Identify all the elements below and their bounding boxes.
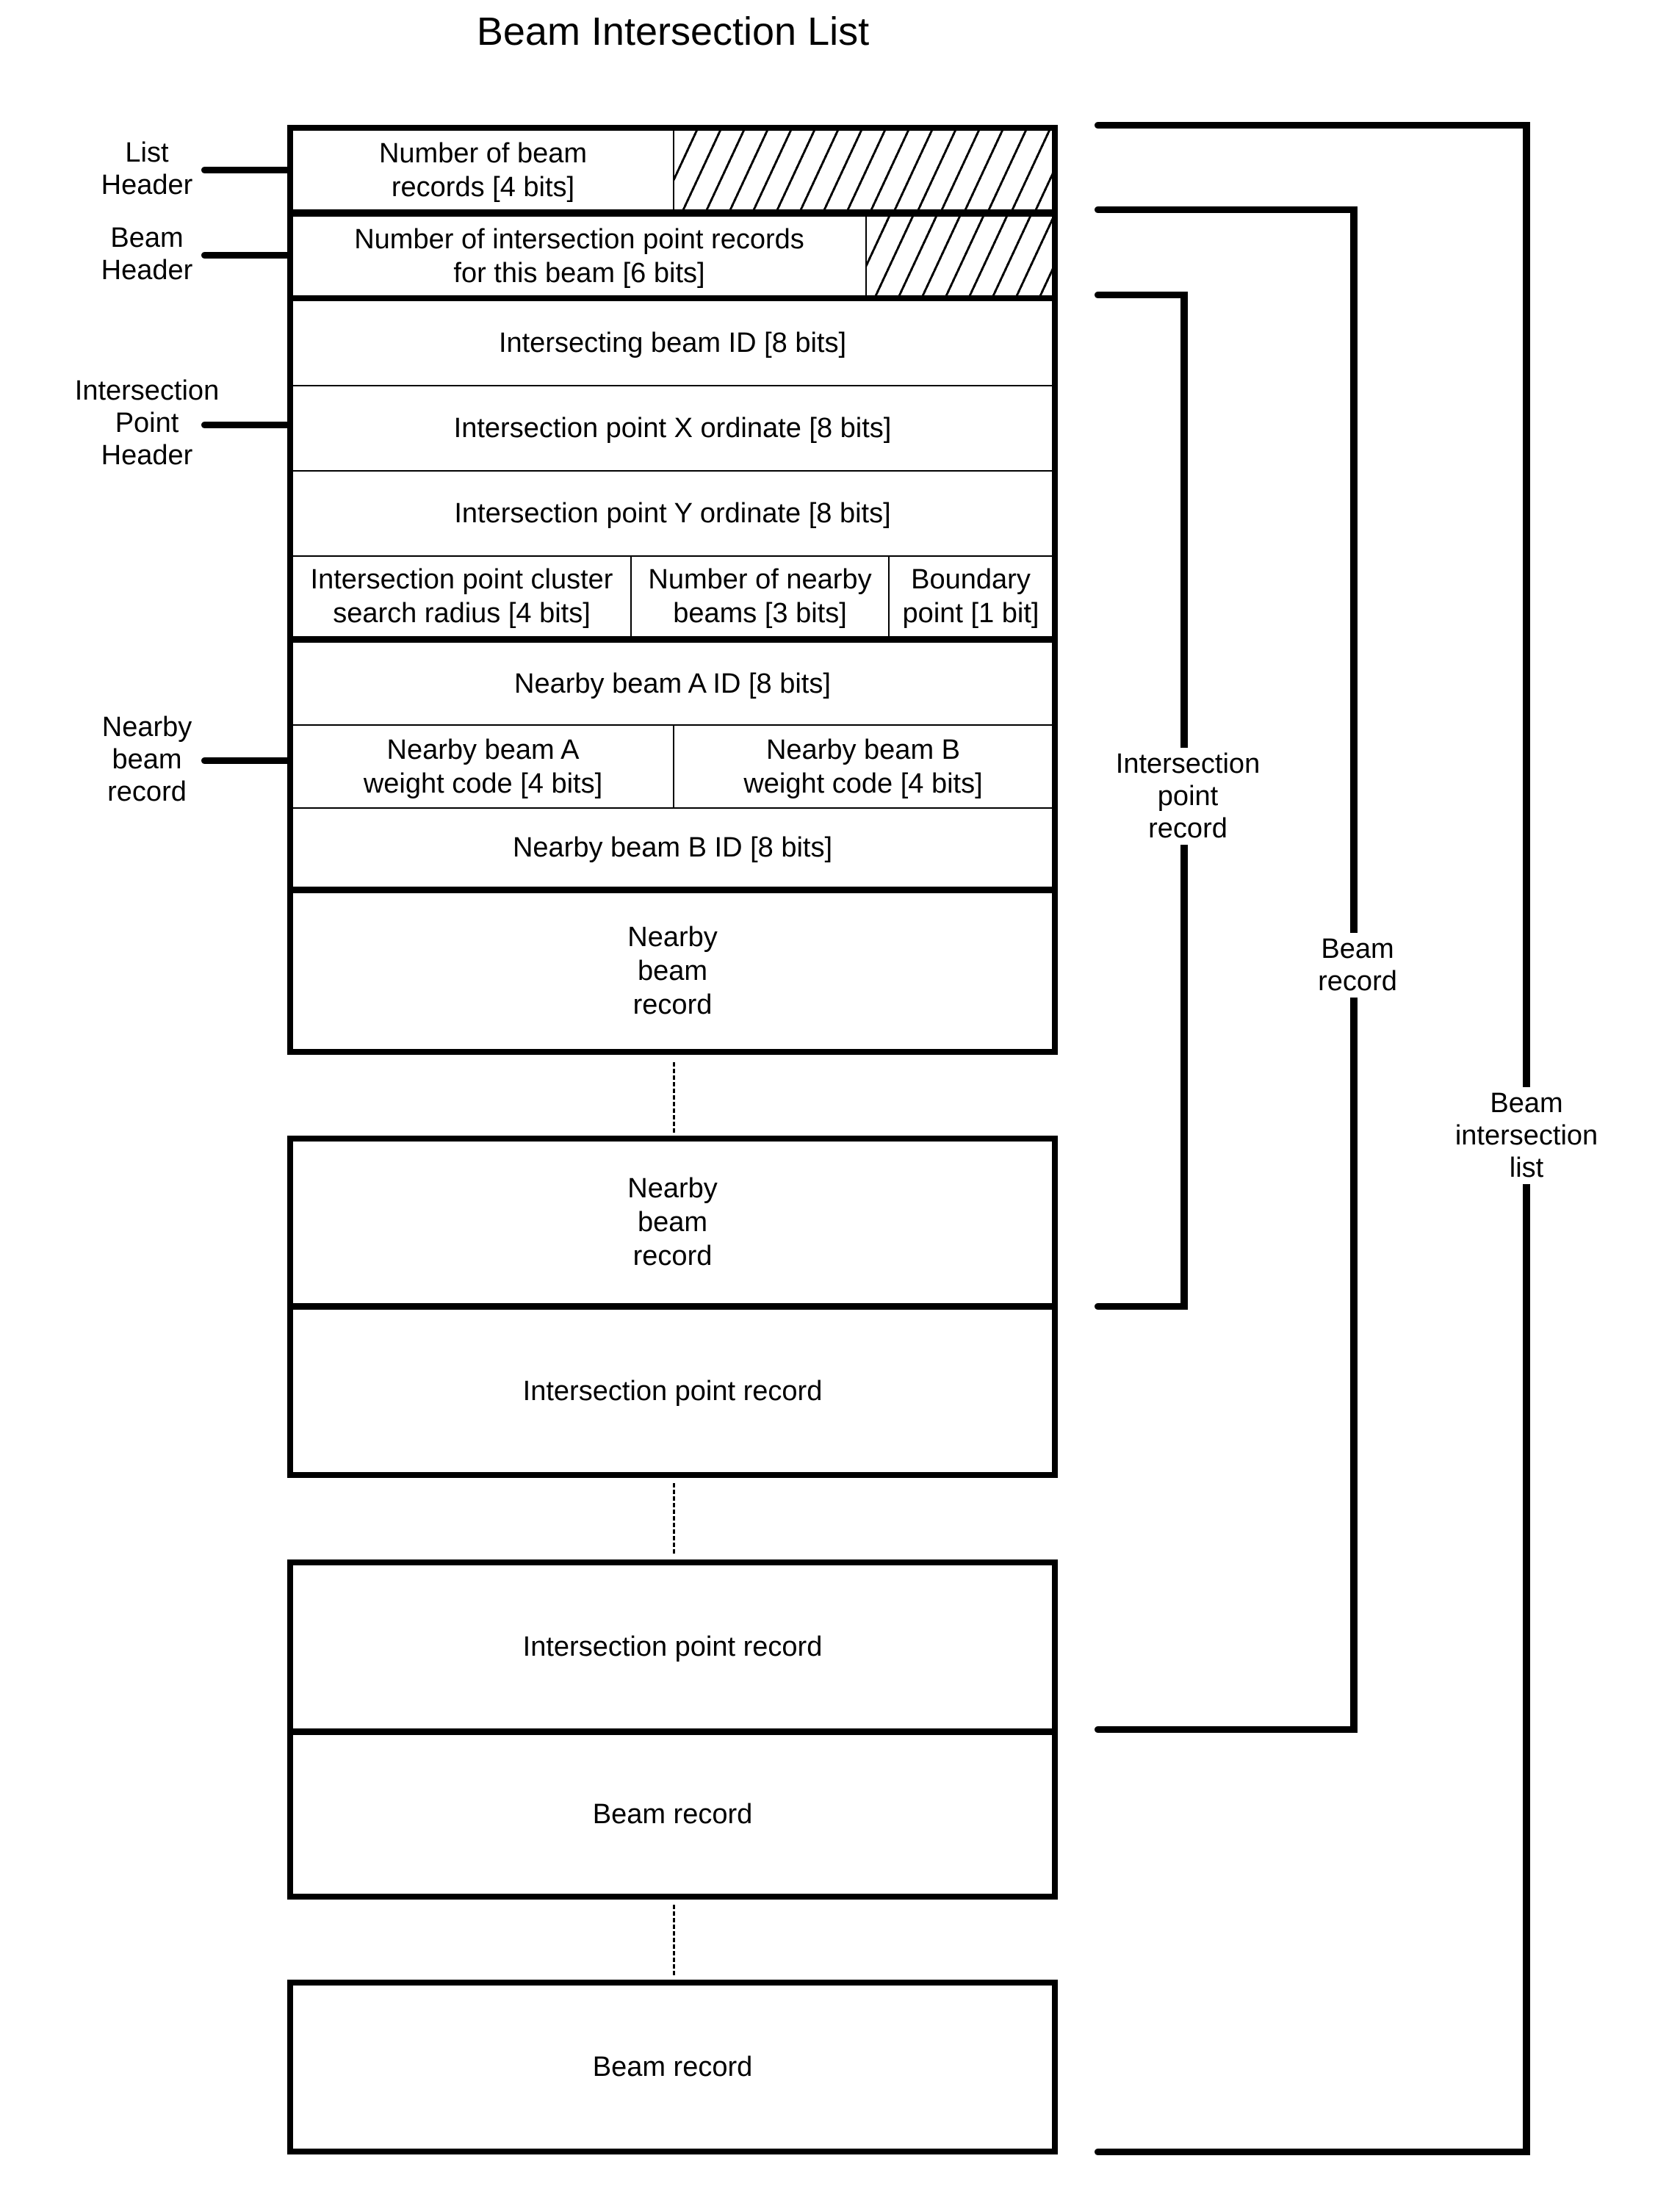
divider-thick: [293, 295, 1052, 301]
beam-record-2: Beam record: [592, 2052, 753, 2082]
divider-thick: [293, 209, 1052, 217]
reserved-hatch-beam-header: [865, 217, 1052, 295]
field-cluster-search-radius: Intersection point cluster search radius…: [310, 564, 613, 629]
field-boundary-point: Boundary point [1 bit]: [902, 564, 1039, 629]
field-number-of-beam-records: Number of beam records [4 bits]: [378, 137, 587, 203]
field-nearby-beam-b-id: Nearby beam B ID [8 bits]: [512, 832, 833, 863]
intersection-point-record-1: Intersection point record: [522, 1375, 823, 1407]
beam-header-connector: [201, 252, 287, 259]
field-intersection-point-y: Intersection point Y ordinate [8 bits]: [454, 498, 891, 529]
nearby-beam-record-connector: [201, 757, 287, 764]
field-intersecting-beam-id: Intersecting beam ID [8 bits]: [498, 328, 847, 358]
record-block-main: Number of beam records [4 bits] Number o…: [287, 125, 1058, 1055]
field-intersection-point-x: Intersection point X ordinate [8 bits]: [453, 413, 892, 444]
field-nearby-beam-a-id: Nearby beam A ID [8 bits]: [514, 668, 831, 699]
field-nearby-beam-b-weight: Nearby beam B weight code [4 bits]: [743, 734, 983, 799]
label-beam-record: Beam record: [1288, 933, 1427, 998]
bracket-list-bottom: [1095, 2149, 1530, 2155]
divider-thick: [293, 636, 1052, 643]
divider-thick: [293, 1728, 1052, 1735]
divider-thick: [293, 1303, 1052, 1310]
list-header-connector: [201, 167, 287, 173]
reserved-hatch-list-header: [673, 131, 1052, 209]
continuation-dots: [673, 1905, 675, 1975]
beam-record-1: Beam record: [592, 1799, 753, 1830]
record-block-2: Nearby beam record Intersection point re…: [287, 1136, 1058, 1478]
record-block-3: Intersection point record Beam record: [287, 1559, 1058, 1900]
bracket-ipr-top: [1095, 292, 1187, 298]
record-block-4: Beam record: [287, 1980, 1058, 2154]
bracket-beam-record-top: [1095, 206, 1358, 213]
divider-thick: [293, 887, 1052, 893]
continuation-dots: [673, 1483, 675, 1554]
label-intersection-point-record: Intersection point record: [1089, 748, 1287, 845]
intersection-point-header-connector: [201, 422, 287, 428]
bracket-list-top: [1095, 122, 1530, 129]
label-beam-intersection-list: Beam intersection list: [1435, 1087, 1618, 1184]
continuation-dots: [673, 1062, 675, 1133]
bracket-beam-record-bottom: [1095, 1726, 1358, 1733]
nearby-beam-record-2: Nearby beam record: [627, 1173, 718, 1272]
diagram-title: Beam Intersection List: [476, 10, 870, 54]
bracket-ipr-bottom: [1095, 1303, 1187, 1310]
field-number-of-intersection-point-records: Number of intersection point records for…: [354, 223, 804, 289]
nearby-beam-record-1: Nearby beam record: [627, 922, 718, 1020]
intersection-point-record-2: Intersection point record: [522, 1631, 823, 1662]
field-nearby-beam-a-weight: Nearby beam A weight code [4 bits]: [363, 734, 603, 799]
field-number-of-nearby-beams: Number of nearby beams [3 bits]: [648, 564, 872, 629]
